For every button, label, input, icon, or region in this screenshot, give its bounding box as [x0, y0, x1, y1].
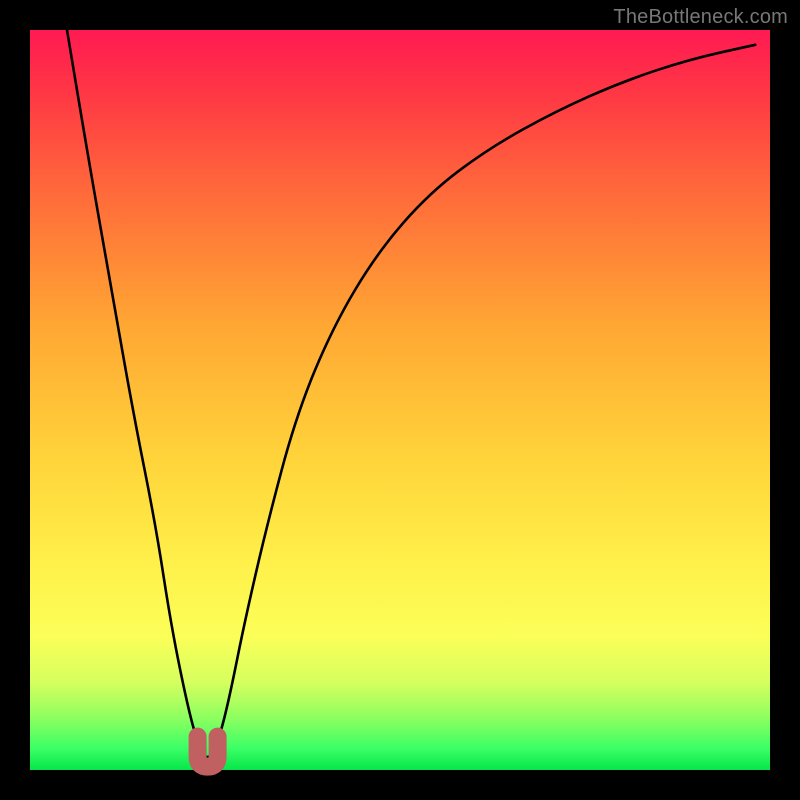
- bottleneck-curve: [67, 30, 755, 757]
- chart-frame: TheBottleneck.com: [0, 0, 800, 800]
- optimum-marker: [198, 737, 218, 767]
- plot-area: [30, 30, 770, 770]
- watermark-text: TheBottleneck.com: [613, 6, 788, 29]
- chart-svg: [30, 30, 770, 770]
